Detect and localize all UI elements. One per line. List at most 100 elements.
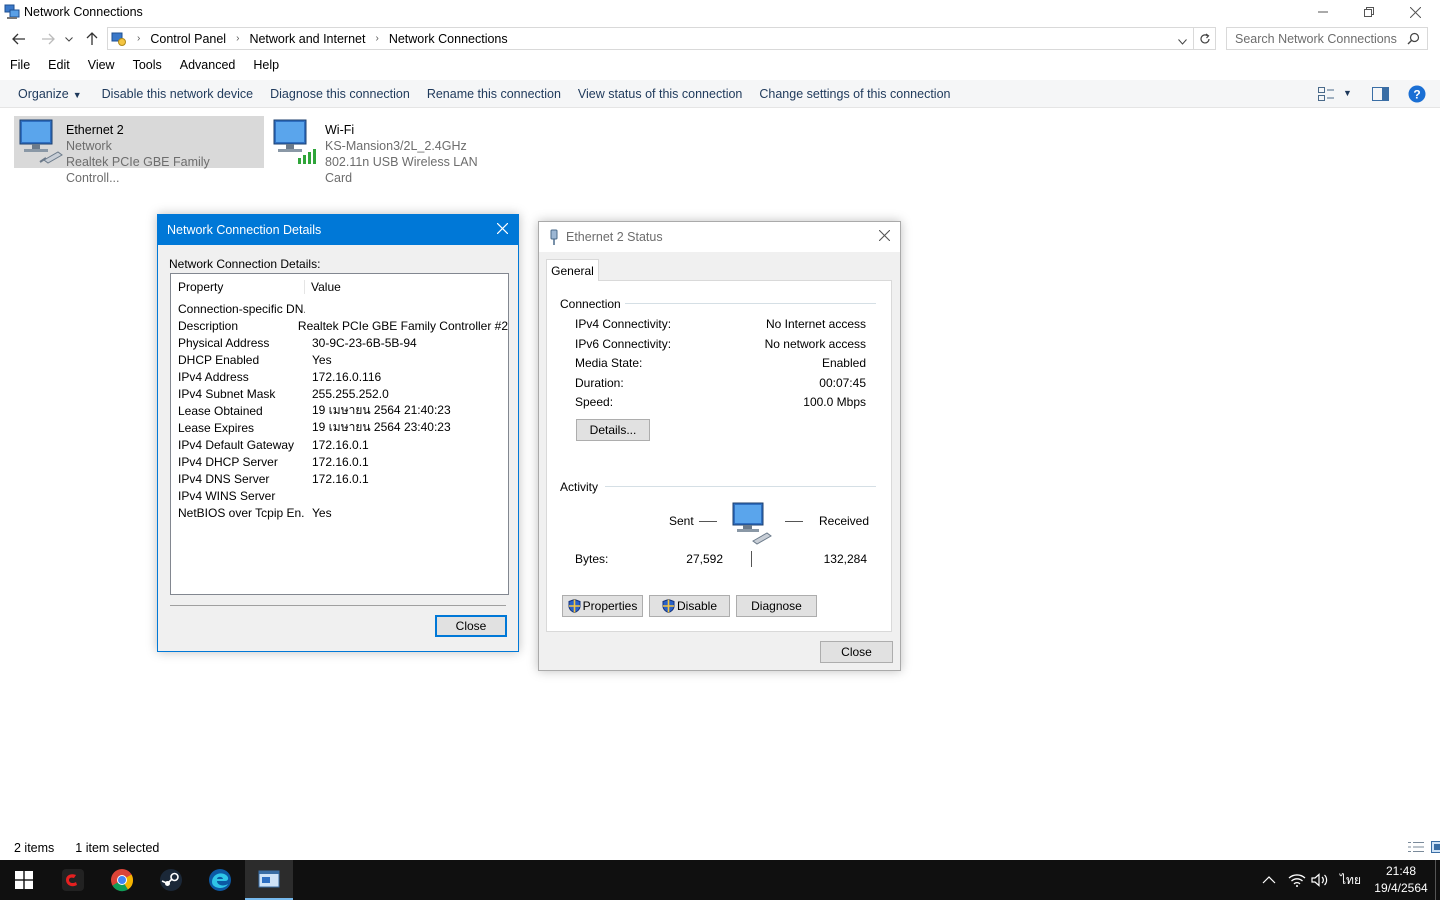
taskbar: ไทย 21:48 19/4/2564 [0,860,1440,900]
view-status-button[interactable]: View status of this connection [578,87,742,101]
speaker-icon [1311,873,1328,887]
connection-item-wifi[interactable]: Wi-Fi KS-Mansion3/2L_2.4GHz 802.11n USB … [268,116,508,185]
details-view-icon[interactable] [1408,841,1424,856]
wired-network-adapter-icon [14,116,66,168]
status-dialog-titlebar: Ethernet 2 Status [539,222,900,252]
field-label: Media State: [575,356,643,370]
details-list-row[interactable]: Physical Address 30-9C-23-6B-5B-94 [171,334,508,351]
breadcrumb-network-and-internet[interactable]: Network and Internet [249,32,365,46]
arrow-left-icon [12,33,25,45]
breadcrumb-separator: › [137,33,141,44]
show-hidden-icons-button[interactable] [1262,860,1276,900]
help-icon[interactable]: ? [1408,85,1426,106]
details-list-row[interactable]: Connection-specific DN... [171,300,508,317]
value-cell: 172.16.0.1 [312,437,369,452]
details-dialog-close-icon[interactable] [496,221,509,239]
start-button[interactable] [0,860,48,900]
view-options-caret-icon[interactable]: ▼ [1343,88,1352,98]
refresh-button[interactable] [1194,27,1216,50]
arrow-up-icon [86,32,98,45]
diagnose-connection-button[interactable]: Diagnose this connection [270,87,410,101]
search-icon [1407,32,1420,48]
steam-icon [160,869,182,891]
details-list-row[interactable]: Lease Expires 19 เมษายน 2564 23:40:23 [171,419,508,436]
show-desktop-button[interactable] [1435,860,1440,900]
menu-advanced[interactable]: Advanced [180,58,236,78]
property-cell: IPv4 Address [178,369,249,384]
value-cell: Yes [312,352,332,367]
network-connections-icon [4,4,20,20]
close-window-button[interactable] [1392,0,1438,24]
menu-tools[interactable]: Tools [133,58,162,78]
details-list-row[interactable]: NetBIOS over Tcpip En... Yes [171,504,508,521]
taskbar-clock[interactable]: 21:48 19/4/2564 [1368,863,1434,897]
preview-pane-icon[interactable] [1372,87,1389,104]
address-bar[interactable]: › Control Panel › Network and Internet ›… [107,27,1194,50]
connection-item-ethernet-2[interactable]: Ethernet 2 Network Realtek PCIe GBE Fami… [14,116,264,185]
menu-edit[interactable]: Edit [48,58,70,78]
status-dialog-close-icon[interactable] [878,228,891,246]
change-view-icon[interactable] [1318,87,1334,104]
input-language-indicator[interactable]: ไทย [1340,860,1361,900]
restore-button[interactable] [1346,0,1392,24]
taskbar-app-chrome[interactable] [98,860,146,900]
menu-view[interactable]: View [88,58,115,78]
change-settings-button[interactable]: Change settings of this connection [759,87,950,101]
forward-button[interactable] [38,29,58,49]
value-cell: 19 เมษายน 2564 23:40:23 [312,420,451,434]
address-dropdown-icon[interactable] [1178,34,1187,48]
value-cell: Realtek PCIe GBE Family Controller #2 [297,318,508,333]
minimize-icon [1318,11,1328,13]
organize-button[interactable]: Organize ▼ [18,87,82,101]
details-list-header: Property Value [171,274,508,300]
connection-device: 802.11n USB Wireless LAN Card [325,155,478,185]
details-list-row[interactable]: IPv4 Subnet Mask 255.255.252.0 [171,385,508,402]
property-cell: IPv4 Default Gateway [178,437,295,452]
properties-label: Properties [582,599,638,613]
breadcrumb-network-connections[interactable]: Network Connections [389,32,508,46]
breadcrumb-separator: › [236,33,240,44]
rename-connection-button[interactable]: Rename this connection [427,87,561,101]
column-header-property[interactable]: Property [171,280,305,294]
minimize-button[interactable] [1300,0,1346,24]
diagnose-button[interactable]: Diagnose [736,595,817,617]
sent-label: Sent [669,514,694,528]
details-button[interactable]: Details... [576,419,650,441]
network-activity-icon [727,499,775,547]
property-cell: Physical Address [178,335,270,350]
properties-button[interactable]: Properties [562,595,643,617]
menu-help[interactable]: Help [253,58,279,78]
back-button[interactable] [9,29,29,49]
details-listview[interactable]: Property Value Connection-specific DN...… [170,273,509,595]
up-button[interactable] [82,29,102,49]
search-input[interactable]: Search Network Connections [1226,27,1428,50]
menu-bar: File Edit View Tools Advanced Help [0,58,281,78]
details-list-row[interactable]: IPv4 Default Gateway 172.16.0.1 [171,436,508,453]
taskbar-app-network-connections[interactable] [245,860,293,900]
large-icons-view-icon[interactable] [1431,841,1440,856]
details-list-row[interactable]: IPv4 Address 172.16.0.116 [171,368,508,385]
tab-general[interactable]: General [546,259,599,281]
status-close-button[interactable]: Close [820,641,893,663]
taskbar-app-garena[interactable] [49,860,97,900]
taskbar-app-edge[interactable] [196,860,244,900]
value-cell: 172.16.0.116 [312,369,382,384]
recent-locations-button[interactable] [62,29,76,49]
network-tray-icon[interactable] [1288,860,1306,900]
details-list-row[interactable]: IPv4 WINS Server [171,487,508,504]
disable-button[interactable]: Disable [649,595,730,617]
volume-tray-icon[interactable] [1311,860,1329,900]
field-value: No network access [764,336,866,351]
disable-device-button[interactable]: Disable this network device [102,87,253,101]
details-list-row[interactable]: IPv4 DNS Server 172.16.0.1 [171,470,508,487]
details-list-row[interactable]: Lease Obtained 19 เมษายน 2564 21:40:23 [171,402,508,419]
details-close-button[interactable]: Close [435,615,507,637]
details-list-row[interactable]: Description Realtek PCIe GBE Family Contr… [171,317,508,334]
details-list-row[interactable]: IPv4 DHCP Server 172.16.0.1 [171,453,508,470]
column-header-value[interactable]: Value [305,280,341,294]
menu-file[interactable]: File [10,58,30,78]
ethernet-plug-icon [548,229,560,245]
breadcrumb-control-panel[interactable]: Control Panel [150,32,226,46]
taskbar-app-steam[interactable] [147,860,195,900]
details-list-row[interactable]: DHCP Enabled Yes [171,351,508,368]
